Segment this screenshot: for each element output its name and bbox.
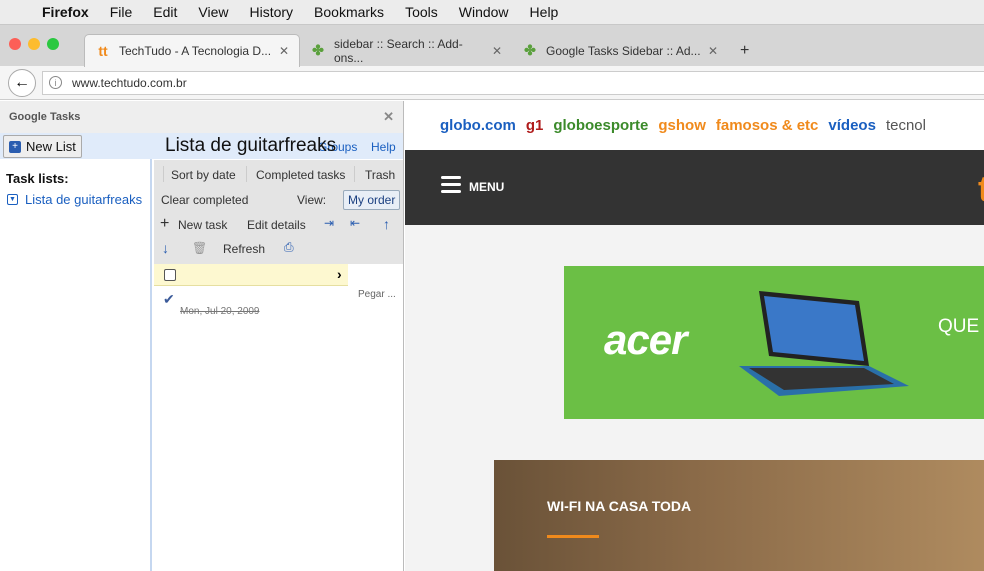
nav-bar: ← i www.techtudo.com.br bbox=[0, 66, 984, 100]
tab-title: TechTudo - A Tecnologia D... bbox=[119, 44, 272, 58]
menu-history[interactable]: History bbox=[249, 4, 293, 20]
close-sidebar-icon[interactable]: ✕ bbox=[383, 109, 394, 125]
new-task-button[interactable]: New task bbox=[178, 218, 227, 232]
divider bbox=[354, 166, 355, 182]
menu-help[interactable]: Help bbox=[530, 4, 559, 20]
help-link[interactable]: Help bbox=[371, 140, 396, 154]
divider bbox=[246, 166, 247, 182]
globo-nav: globo.com g1 globoesporte gshow famosos … bbox=[405, 101, 984, 150]
sidebar-title: Google Tasks bbox=[9, 111, 81, 123]
my-order-button[interactable]: My order bbox=[343, 190, 401, 210]
move-up-icon[interactable]: ↑ bbox=[383, 216, 390, 232]
completed-task-date: Mon, Jul 20, 2009 bbox=[180, 306, 260, 317]
techtudo-logo[interactable]: t bbox=[978, 168, 984, 210]
puzzle-icon: ✤ bbox=[524, 42, 536, 58]
trash-button[interactable]: Trash bbox=[365, 168, 395, 182]
task-checkbox[interactable] bbox=[164, 269, 176, 281]
plus-icon: + bbox=[9, 140, 21, 153]
new-tab-button[interactable]: + bbox=[730, 34, 759, 67]
tab-sidebar-search[interactable]: ✤ sidebar :: Search :: Add-ons... ✕ bbox=[300, 34, 512, 67]
webpage-techtudo: globo.com g1 globoesporte gshow famosos … bbox=[405, 101, 984, 571]
hero-title[interactable]: WI-FI NA CASA TODA bbox=[547, 498, 691, 514]
techtudo-favicon: tt bbox=[98, 43, 108, 59]
edit-details-button[interactable]: Edit details bbox=[247, 218, 306, 232]
tab-title: Google Tasks Sidebar :: Ad... bbox=[546, 43, 701, 58]
acer-logo: acer bbox=[604, 316, 687, 363]
new-list-label: New List bbox=[26, 139, 76, 154]
site-header: MENU t bbox=[405, 150, 984, 225]
checkmark-icon[interactable]: ✔ bbox=[163, 291, 175, 308]
menu-button[interactable]: MENU bbox=[469, 180, 504, 194]
tab-google-tasks-sidebar[interactable]: ✤ Google Tasks Sidebar :: Ad... ✕ bbox=[512, 34, 728, 67]
dropdown-icon[interactable]: ▼ bbox=[7, 194, 18, 205]
info-icon[interactable]: i bbox=[49, 76, 62, 89]
tab-techtudo[interactable]: tt TechTudo - A Tecnologia D... ✕ bbox=[84, 34, 300, 67]
close-tab-icon[interactable]: ✕ bbox=[492, 44, 502, 58]
view-label: View: bbox=[297, 193, 327, 207]
outdent-icon[interactable]: ⇤ bbox=[350, 216, 360, 230]
divider bbox=[163, 166, 164, 182]
task-list-label: Lista de guitarfreaks bbox=[25, 192, 143, 207]
sidebar-header: Google Tasks ✕ bbox=[0, 101, 403, 133]
menu-file[interactable]: File bbox=[110, 4, 133, 20]
close-tab-icon[interactable]: ✕ bbox=[279, 44, 289, 58]
tab-bar: tt TechTudo - A Tecnologia D... ✕ ✤ side… bbox=[0, 24, 984, 67]
tasks-toolbar: Sort by date Completed tasks Trash Clear… bbox=[154, 160, 403, 264]
back-button[interactable]: ← bbox=[8, 68, 36, 97]
new-list-button[interactable]: + New List bbox=[3, 135, 82, 158]
g1-link[interactable]: g1 bbox=[526, 117, 544, 134]
acer-ad-banner[interactable]: acer QUE bbox=[564, 266, 984, 419]
hamburger-icon[interactable] bbox=[441, 176, 461, 197]
print-icon[interactable]: ⎙ bbox=[284, 240, 294, 255]
refresh-button[interactable]: Refresh bbox=[223, 242, 265, 256]
task-lists-panel: Task lists: ▼ Lista de guitarfreaks bbox=[0, 159, 152, 571]
videos-link[interactable]: vídeos bbox=[828, 117, 876, 134]
task-row[interactable]: › bbox=[154, 264, 348, 286]
url-bar[interactable]: i www.techtudo.com.br bbox=[42, 70, 984, 95]
trash-icon[interactable]: 🗑 bbox=[192, 241, 207, 255]
famosos-link[interactable]: famosos & etc bbox=[716, 117, 819, 134]
plus-icon[interactable]: + bbox=[160, 215, 169, 233]
ad-text: QUE bbox=[938, 316, 980, 337]
list-title: Lista de guitarfreaks bbox=[165, 135, 337, 156]
chevron-right-icon[interactable]: › bbox=[337, 266, 342, 282]
menu-tools[interactable]: Tools bbox=[405, 4, 438, 20]
menu-bookmarks[interactable]: Bookmarks bbox=[314, 4, 384, 20]
menu-edit[interactable]: Edit bbox=[153, 4, 177, 20]
menu-view[interactable]: View bbox=[198, 4, 228, 20]
close-tab-icon[interactable]: ✕ bbox=[708, 44, 718, 58]
tecnologia-link[interactable]: tecnol bbox=[886, 117, 926, 134]
url-text: www.techtudo.com.br bbox=[72, 75, 187, 90]
completed-tasks-button[interactable]: Completed tasks bbox=[256, 168, 345, 182]
indent-icon[interactable]: ⇥ bbox=[324, 216, 334, 230]
tab-title: sidebar :: Search :: Add-ons... bbox=[333, 36, 463, 65]
menu-firefox[interactable]: Firefox bbox=[42, 4, 89, 20]
close-window-button[interactable] bbox=[9, 38, 21, 50]
mac-menubar: Firefox File Edit View History Bookmarks… bbox=[0, 0, 984, 24]
accent-underline bbox=[547, 535, 599, 538]
tasks-header: + New List Groups Lista de guitarfreaks H… bbox=[0, 133, 403, 159]
move-down-icon[interactable]: ↓ bbox=[162, 240, 169, 256]
zoom-window-button[interactable] bbox=[47, 38, 59, 50]
globo-link[interactable]: globo.com bbox=[440, 117, 516, 134]
gshow-link[interactable]: gshow bbox=[658, 117, 706, 134]
puzzle-icon: ✤ bbox=[312, 42, 324, 58]
window-controls bbox=[9, 38, 59, 50]
hero-article[interactable]: WI-FI NA CASA TODA bbox=[494, 460, 984, 571]
task-lists-label: Task lists: bbox=[6, 171, 69, 186]
google-tasks-sidebar: Google Tasks ✕ + New List Groups Lista de… bbox=[0, 101, 404, 571]
completed-task-note[interactable]: Pegar ... bbox=[358, 289, 396, 300]
task-list-item[interactable]: ▼ Lista de guitarfreaks bbox=[7, 192, 150, 207]
menu-window[interactable]: Window bbox=[459, 4, 509, 20]
laptop-image bbox=[739, 291, 909, 396]
sort-by-date-button[interactable]: Sort by date bbox=[171, 168, 236, 182]
minimize-window-button[interactable] bbox=[28, 38, 40, 50]
globoesporte-link[interactable]: globoesporte bbox=[553, 117, 648, 134]
clear-completed-button[interactable]: Clear completed bbox=[161, 193, 248, 207]
